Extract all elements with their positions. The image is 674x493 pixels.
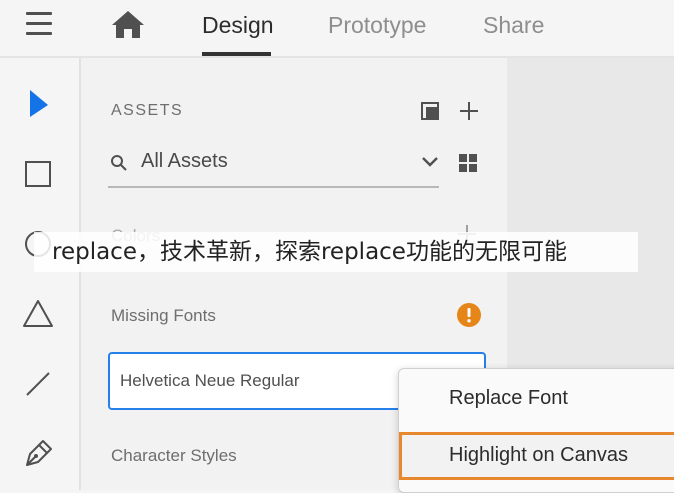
home-icon[interactable]	[110, 8, 146, 40]
assets-filter-value: All Assets	[141, 150, 228, 172]
grid-view-icon[interactable]	[458, 153, 478, 173]
context-menu: Replace Font Highlight on Canvas	[398, 368, 674, 493]
library-icon[interactable]	[419, 100, 441, 122]
line-icon[interactable]	[20, 366, 56, 402]
active-tab-indicator	[202, 52, 271, 56]
missing-font-name: Helvetica Neue Regular	[120, 371, 300, 390]
pen-icon[interactable]	[20, 436, 56, 472]
assets-filter[interactable]: All Assets	[108, 142, 439, 188]
warning-icon	[457, 303, 481, 327]
chevron-down-icon[interactable]	[420, 154, 440, 170]
missing-fonts-label: Missing Fonts	[111, 306, 216, 325]
top-bar: Design Prototype Share	[0, 0, 674, 58]
tool-bar	[0, 58, 81, 490]
assets-title: ASSETS	[111, 102, 184, 119]
highlight-on-canvas-menu-item[interactable]: Highlight on Canvas	[399, 432, 674, 480]
hamburger-menu-icon[interactable]	[24, 12, 56, 38]
tab-prototype[interactable]: Prototype	[328, 10, 426, 40]
search-icon	[111, 155, 127, 171]
tab-design[interactable]: Design	[202, 10, 274, 40]
triangle-icon[interactable]	[20, 296, 56, 332]
add-asset-icon[interactable]	[457, 99, 481, 123]
character-styles-label: Character Styles	[111, 446, 237, 465]
select-arrow-icon[interactable]	[20, 86, 56, 122]
replace-font-menu-item[interactable]: Replace Font	[399, 373, 674, 423]
tab-share[interactable]: Share	[483, 10, 544, 40]
rectangle-icon[interactable]	[20, 156, 56, 192]
overlay-caption: replace，技术革新，探索replace功能的无限可能	[34, 232, 638, 272]
